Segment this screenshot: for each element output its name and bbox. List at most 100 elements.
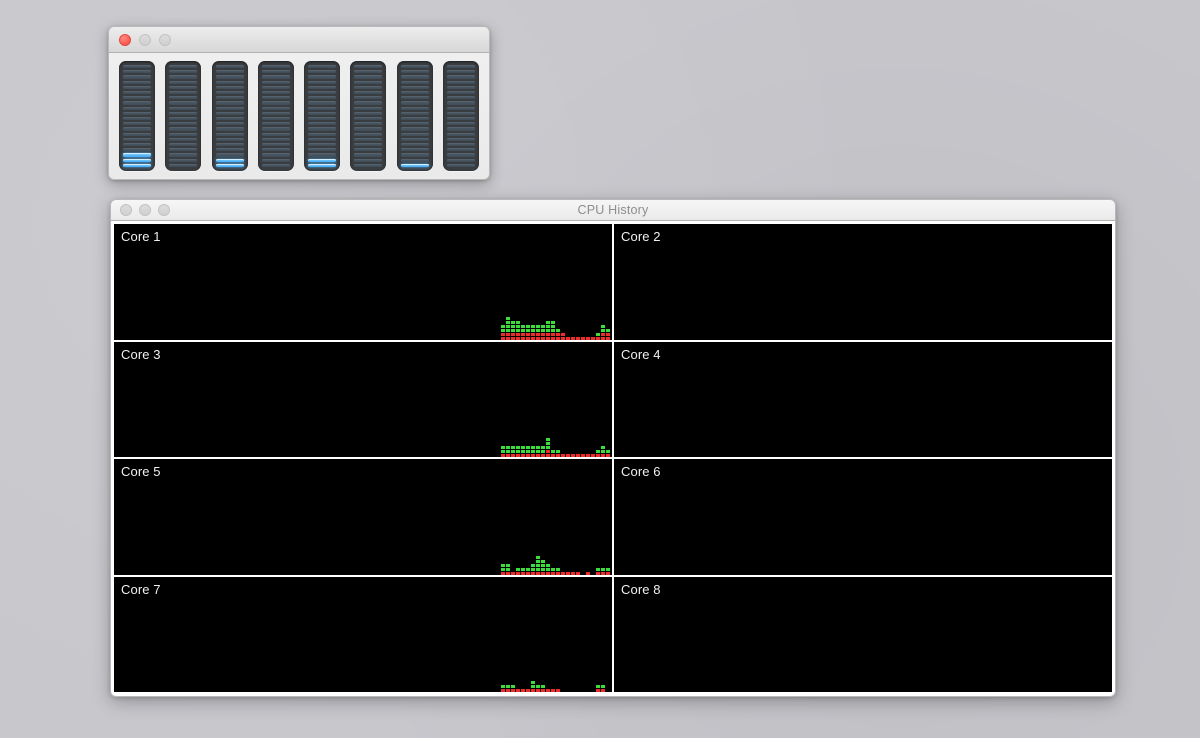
led-segment: [169, 163, 198, 167]
user-cell: [551, 450, 555, 453]
graph-column: [551, 450, 555, 457]
core-panel-4[interactable]: Core 4: [614, 341, 1112, 457]
core-panel-5[interactable]: Core 5: [114, 459, 612, 575]
system-cell: [506, 571, 510, 575]
led-segment: [169, 148, 198, 152]
system-cell: [556, 571, 560, 575]
cpu-meter-titlebar[interactable]: [108, 26, 490, 53]
user-cell: [511, 450, 515, 453]
led-segment: [400, 101, 429, 105]
user-cell: [506, 316, 510, 320]
graph-column: [546, 689, 550, 692]
led-segment: [400, 106, 429, 110]
close-button-icon[interactable]: [119, 33, 131, 46]
user-cell: [501, 446, 505, 449]
led-segment: [123, 106, 151, 110]
system-cell: [511, 689, 515, 692]
user-cell: [596, 685, 600, 688]
user-cell: [546, 442, 550, 445]
system-cell: [596, 571, 600, 575]
led-segment: [446, 148, 475, 152]
zoom-button-icon[interactable]: [159, 33, 171, 46]
led-segment: [354, 116, 383, 121]
user-cell: [551, 324, 555, 328]
cpu-history-titlebar[interactable]: CPU History: [110, 199, 1116, 221]
core-panel-8[interactable]: Core 8: [614, 576, 1112, 692]
led-segment: [400, 85, 429, 89]
led-segment: [446, 122, 475, 126]
led-segment: [400, 96, 429, 100]
led-segment: [215, 148, 244, 152]
led-segment: [446, 90, 475, 95]
led-segment: [261, 70, 290, 74]
cpu-meter-window[interactable]: [108, 26, 490, 180]
led-segment: [261, 132, 290, 136]
cpu-history-window[interactable]: CPU History Core 1 Core 2 Core 3 Core 4 Core…: [110, 199, 1116, 697]
user-cell: [556, 567, 560, 571]
graph-column: [531, 446, 535, 457]
led-segment: [354, 158, 383, 162]
system-cell: [591, 454, 595, 457]
led-segment: [446, 142, 475, 147]
system-cell: [536, 571, 540, 575]
led-segment: [400, 70, 429, 74]
system-cell: [551, 454, 555, 457]
user-cell: [501, 328, 505, 332]
system-cell: [601, 336, 605, 340]
led-segment: [123, 90, 151, 95]
led-segment: [123, 111, 151, 115]
core-panel-7[interactable]: Core 7: [114, 576, 612, 692]
core-label: Core 6: [621, 464, 661, 479]
graph-column: [521, 446, 525, 457]
user-cell: [531, 450, 535, 453]
graph-column: [576, 336, 580, 340]
graph-column: [546, 563, 550, 575]
core-panel-2[interactable]: Core 2: [614, 224, 1112, 340]
led-segment: [354, 132, 383, 136]
led-segment: [446, 137, 475, 141]
user-cell: [531, 563, 535, 567]
graph-column: [521, 324, 525, 340]
system-cell: [531, 454, 535, 457]
graph-column: [511, 685, 515, 692]
system-cell: [521, 689, 525, 692]
led-segment: [308, 158, 337, 162]
cpu-history-title: CPU History: [577, 203, 649, 217]
core-panel-1[interactable]: Core 1: [114, 224, 612, 340]
user-cell: [506, 563, 510, 567]
led-segment: [400, 132, 429, 136]
zoom-button-icon[interactable]: [158, 204, 170, 216]
user-cell: [511, 328, 515, 332]
system-cell: [561, 571, 565, 575]
graph-column: [536, 555, 540, 575]
minimize-button-icon[interactable]: [139, 204, 151, 216]
user-cell: [596, 332, 600, 336]
core-panel-6[interactable]: Core 6: [614, 459, 1112, 575]
led-segment: [400, 163, 429, 167]
graph-column: [526, 567, 530, 575]
system-cell: [531, 332, 535, 336]
led-segment: [215, 80, 244, 84]
cpu-led-bar-4: [257, 61, 294, 171]
led-segment: [308, 101, 337, 105]
traffic-lights: [109, 33, 171, 46]
graph-column: [536, 324, 540, 340]
user-cell: [501, 685, 505, 688]
minimize-button-icon[interactable]: [139, 33, 151, 46]
led-segment: [308, 148, 337, 152]
close-button-icon[interactable]: [120, 204, 132, 216]
user-cell: [541, 324, 545, 328]
graph-column: [601, 446, 605, 457]
core-usage-graph: [501, 342, 610, 457]
core-panel-3[interactable]: Core 3: [114, 341, 612, 457]
system-cell: [576, 454, 580, 457]
core-row: Core 3 Core 4: [114, 341, 1112, 457]
user-cell: [511, 446, 515, 449]
user-cell: [596, 567, 600, 571]
led-segment: [261, 85, 290, 89]
system-cell: [516, 336, 520, 340]
led-segment: [354, 96, 383, 100]
user-cell: [526, 328, 530, 332]
user-cell: [606, 567, 610, 571]
user-cell: [531, 685, 535, 688]
